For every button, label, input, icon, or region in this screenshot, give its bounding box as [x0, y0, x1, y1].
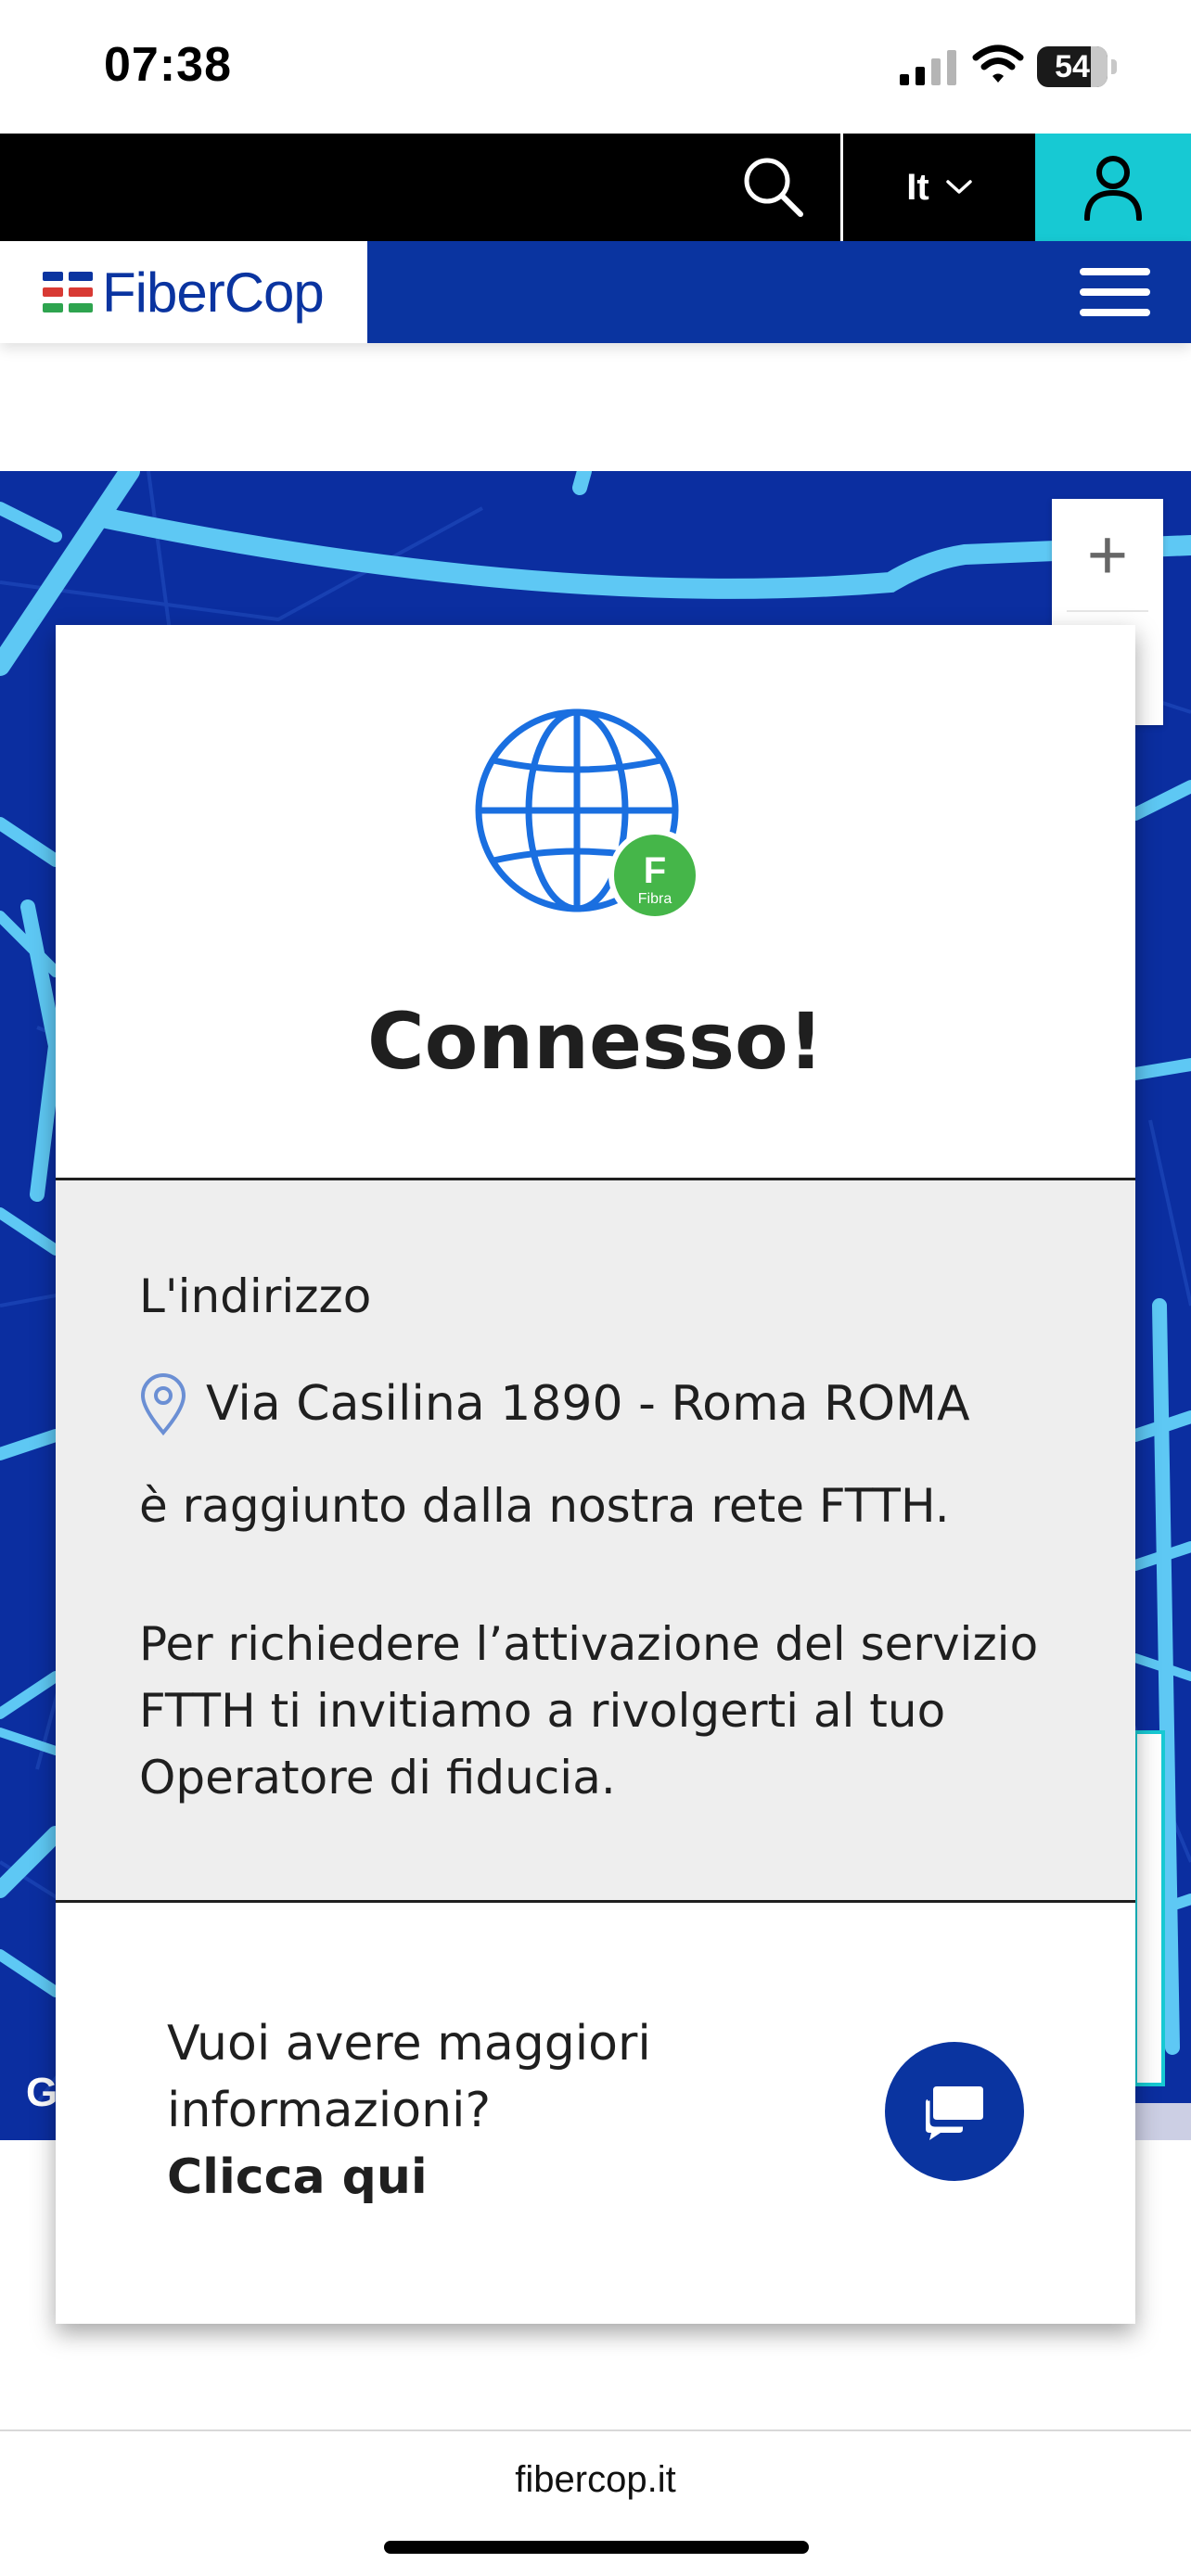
- coverage-status-text: è raggiunto dalla nostra rete FTTH.: [139, 1479, 950, 1533]
- chat-icon: [926, 2086, 983, 2140]
- coverage-result-card: F Fibra Connesso! L'indirizzo Via Casili…: [56, 625, 1135, 2324]
- fibercop-logo[interactable]: FiberCop: [0, 241, 367, 343]
- more-info-text: Vuoi avere maggiori informazioni? Clicca…: [167, 2010, 761, 2211]
- logo-mark-icon: [43, 272, 93, 312]
- browser-address-bar[interactable]: fibercop.it: [0, 2431, 1191, 2576]
- signal-icon: [900, 50, 956, 85]
- menu-icon-bar: [1080, 309, 1150, 316]
- activation-instructions: Per richiedere l’attivazione del servizi…: [139, 1617, 1039, 1804]
- chat-button[interactable]: [885, 2042, 1024, 2181]
- location-pin-icon: [140, 1373, 186, 1436]
- address-label: L'indirizzo: [139, 1269, 372, 1323]
- address-value: Via Casilina 1890 - Roma ROMA: [206, 1376, 970, 1432]
- wifi-icon: [972, 45, 1024, 83]
- menu-button[interactable]: [1076, 264, 1154, 320]
- logo-text: FiberCop: [102, 261, 325, 324]
- battery-level: 54: [1055, 49, 1090, 84]
- more-info-question: Vuoi avere maggiori informazioni?: [167, 2016, 651, 2138]
- card-header: F Fibra Connesso!: [56, 625, 1135, 1178]
- brand-bar: FiberCop: [0, 241, 1191, 343]
- language-label: It: [906, 166, 929, 208]
- battery-tip: [1111, 59, 1117, 74]
- user-account-button[interactable]: [1035, 134, 1191, 241]
- globe-icon: F Fibra: [475, 708, 701, 922]
- user-icon: [1084, 156, 1142, 221]
- url-text: fibercop.it: [515, 2459, 676, 2500]
- fibra-badge-caption: Fibra: [638, 891, 672, 907]
- chevron-down-icon: [945, 180, 972, 194]
- zoom-in-button[interactable]: +: [1052, 499, 1163, 610]
- more-info-section: Vuoi avere maggiori informazioni? Clicca…: [56, 1903, 1135, 2324]
- map-provider-mark: G: [26, 2070, 58, 2115]
- zoom-separator: [1067, 610, 1148, 612]
- address-row: Via Casilina 1890 - Roma ROMA: [137, 1371, 970, 1436]
- result-title: Connesso!: [367, 996, 824, 1087]
- address-details: L'indirizzo Via Casilina 1890 - Roma ROM…: [56, 1180, 1135, 1900]
- status-time: 07:38: [104, 38, 232, 92]
- home-indicator[interactable]: [384, 2541, 809, 2554]
- language-selector[interactable]: It: [843, 134, 1035, 241]
- fibra-badge-letter: F: [644, 850, 666, 891]
- search-button[interactable]: [705, 134, 842, 241]
- menu-icon-bar: [1080, 268, 1150, 275]
- click-here-link[interactable]: Clicca qui: [167, 2144, 761, 2211]
- battery-icon: 54: [1037, 46, 1117, 87]
- menu-icon-bar: [1080, 288, 1150, 296]
- top-bar: It: [0, 134, 1191, 241]
- status-bar: 07:38 54: [0, 0, 1191, 134]
- search-icon: [744, 158, 803, 217]
